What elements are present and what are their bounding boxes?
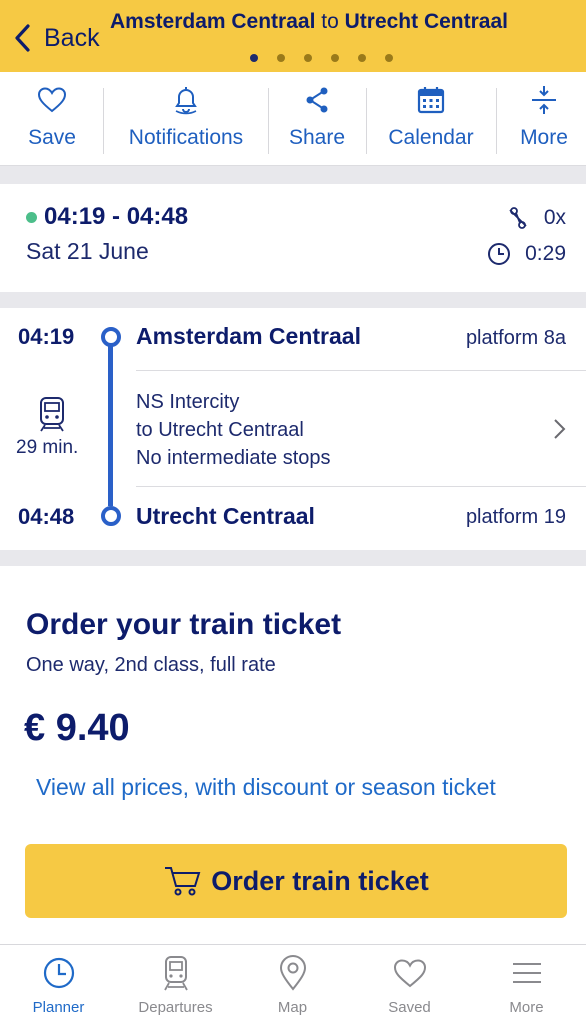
page-dot[interactable] <box>277 54 285 62</box>
heart-icon <box>37 87 67 113</box>
route-origin: Amsterdam Centraal <box>110 10 316 33</box>
page-dot[interactable] <box>358 54 366 62</box>
share-label: Share <box>288 126 346 149</box>
back-label: Back <box>44 23 100 52</box>
departure-stop-marker <box>101 327 121 347</box>
nav-departures[interactable]: Departures <box>117 945 234 1024</box>
divider <box>136 370 586 371</box>
transfer-icon <box>509 207 527 229</box>
page-dot[interactable] <box>250 54 258 62</box>
arrival-time: 04:48 <box>18 504 75 529</box>
status-dot <box>26 212 37 223</box>
action-toolbar: Save Notifications Share Calendar More <box>0 72 586 166</box>
notifications-label: Notifications <box>128 126 244 149</box>
more-label: More <box>520 126 568 149</box>
route-title: Amsterdam Centraal to Utrecht Centraal <box>110 10 580 34</box>
order-ticket-label: Order train ticket <box>211 865 429 896</box>
calendar-label: Calendar <box>388 126 474 149</box>
trip-time-range: 04:19 - 04:48 <box>44 203 189 230</box>
duration-value: 0:29 <box>525 242 566 265</box>
cart-icon <box>165 867 201 896</box>
arrival-stop-marker <box>101 506 121 526</box>
share-button[interactable]: Share <box>284 72 350 166</box>
calendar-button[interactable]: Calendar <box>382 72 480 166</box>
more-button[interactable]: More <box>512 72 576 166</box>
departure-platform: platform 8a <box>465 327 566 349</box>
nav-planner-label: Planner <box>32 999 85 1016</box>
toolbar-divider <box>496 88 497 154</box>
clock-icon <box>43 957 74 989</box>
page-indicator[interactable] <box>250 54 412 62</box>
heart-icon <box>393 959 426 988</box>
train-icon <box>163 956 188 991</box>
nav-planner[interactable]: Planner <box>0 945 117 1024</box>
menu-icon <box>512 963 541 983</box>
departure-station: Amsterdam Centraal <box>136 323 361 349</box>
arrival-platform: platform 19 <box>465 506 566 528</box>
page-dot[interactable] <box>385 54 393 62</box>
save-label: Save <box>28 126 76 149</box>
ticket-price: € 9.40 <box>24 707 130 749</box>
nav-saved-label: Saved <box>388 999 431 1016</box>
transfers-value: 0x <box>543 206 566 229</box>
departure-time: 04:19 <box>18 324 75 349</box>
chevron-left-icon <box>15 24 30 52</box>
order-ticket-button[interactable]: Order train ticket <box>25 844 567 918</box>
trip-date: Sat 21 June <box>26 238 149 264</box>
chevron-right-icon[interactable] <box>552 418 566 440</box>
clock-icon <box>488 243 511 265</box>
ticket-subtitle: One way, 2nd class, full rate <box>26 654 276 676</box>
leg-operator: NS Intercity <box>136 391 240 413</box>
toolbar-divider <box>103 88 104 154</box>
toolbar-divider <box>366 88 367 154</box>
leg-stops: No intermediate stops <box>136 447 331 469</box>
nav-departures-label: Departures <box>138 999 213 1016</box>
bell-icon <box>175 87 197 115</box>
expand-icon <box>532 86 556 114</box>
save-button[interactable]: Save <box>18 72 86 166</box>
header-bar: Back Amsterdam Centraal to Utrecht Centr… <box>0 0 586 72</box>
route-line <box>108 344 113 506</box>
nav-more-label: More <box>509 999 544 1016</box>
nav-map-label: Map <box>277 999 308 1016</box>
calendar-icon <box>417 87 445 114</box>
train-icon <box>40 397 64 432</box>
nav-saved[interactable]: Saved <box>351 945 468 1024</box>
ticket-title: Order your train ticket <box>26 608 342 641</box>
share-icon <box>306 87 328 113</box>
transfers-count: 0x <box>506 206 566 230</box>
divider <box>136 486 586 487</box>
trip-duration: 0:29 <box>487 242 566 266</box>
notifications-button[interactable]: Notifications <box>118 72 254 166</box>
bottom-navigation: Planner Departures Map Saved More <box>0 944 586 1024</box>
leg-duration: 29 min. <box>16 437 79 458</box>
arrival-station: Utrecht Centraal <box>136 503 315 529</box>
toolbar-divider <box>268 88 269 154</box>
route-destination: Utrecht Centraal <box>344 10 508 33</box>
view-all-prices-link[interactable]: View all prices, with discount or season… <box>36 774 496 801</box>
back-button[interactable]: Back <box>12 20 100 56</box>
map-pin-icon <box>279 955 306 991</box>
leg-direction: to Utrecht Centraal <box>136 419 304 441</box>
page-dot[interactable] <box>331 54 339 62</box>
nav-more[interactable]: More <box>468 945 585 1024</box>
leg-details[interactable]: NS Intercity to Utrecht Centraal No inte… <box>136 388 331 472</box>
nav-map[interactable]: Map <box>234 945 351 1024</box>
route-connector: to <box>321 10 339 33</box>
page-dot[interactable] <box>304 54 312 62</box>
